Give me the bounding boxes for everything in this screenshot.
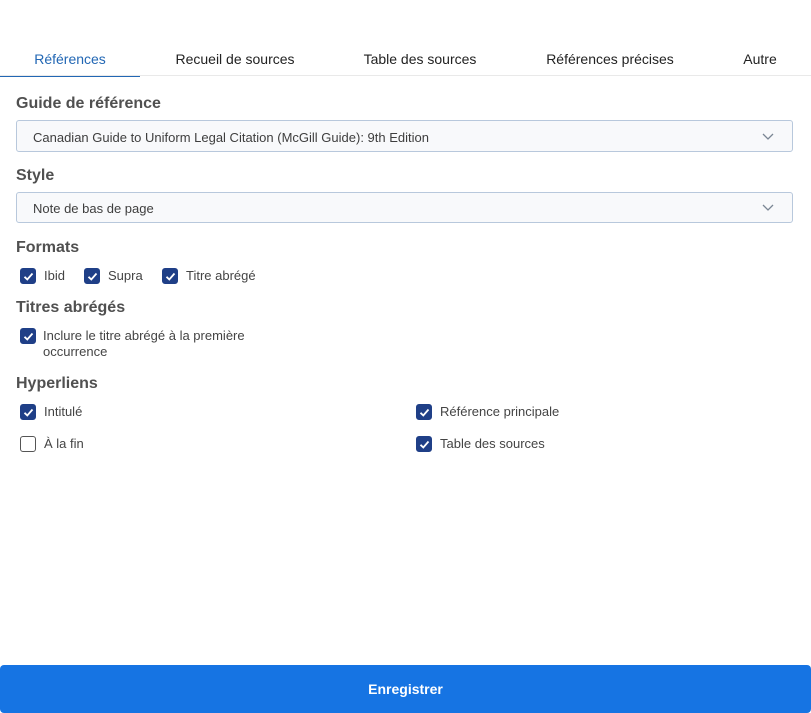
include-short-title-checkbox[interactable] [20, 328, 36, 344]
tab-references-precises[interactable]: Références précises [520, 40, 700, 75]
table-des-sources-checkbox[interactable] [416, 436, 432, 452]
intitule-label[interactable]: Intitulé [44, 404, 82, 420]
a-la-fin-checkbox[interactable] [20, 436, 36, 452]
checkmark-icon [87, 272, 98, 281]
tab-recueil-de-sources[interactable]: Recueil de sources [150, 40, 320, 75]
tab-autre[interactable]: Autre [720, 40, 800, 75]
guide-section-title: Guide de référence [16, 95, 161, 112]
checkmark-icon [165, 272, 176, 281]
save-button[interactable]: Enregistrer [0, 665, 811, 713]
tab-bar: Références Recueil de sources Table des … [0, 40, 811, 77]
intitule-checkbox[interactable] [20, 404, 36, 420]
tab-divider [0, 75, 811, 76]
short-titles-section-title: Titres abrégés [16, 299, 126, 316]
supra-checkbox[interactable] [84, 268, 100, 284]
checkmark-icon [419, 440, 430, 449]
reference-principale-checkbox[interactable] [416, 404, 432, 420]
style-select-value: Note de bas de page [33, 201, 154, 216]
style-select[interactable]: Note de bas de page [16, 192, 793, 223]
style-section-title: Style [16, 167, 55, 184]
a-la-fin-label[interactable]: À la fin [44, 436, 84, 452]
titre-abrege-checkbox[interactable] [162, 268, 178, 284]
checkmark-icon [23, 332, 34, 341]
tab-table-des-sources[interactable]: Table des sources [340, 40, 500, 75]
tab-references[interactable]: Références [0, 40, 140, 77]
include-short-title-label[interactable]: Inclure le titre abrégé à la première oc… [43, 328, 245, 360]
checkmark-icon [23, 408, 34, 417]
table-des-sources-label[interactable]: Table des sources [440, 436, 545, 452]
guide-select[interactable]: Canadian Guide to Uniform Legal Citation… [16, 120, 793, 152]
include-short-title-label-line1: Inclure le titre abrégé à la première [43, 328, 245, 343]
checkmark-icon [23, 272, 34, 281]
chevron-down-icon [762, 204, 774, 211]
guide-select-value: Canadian Guide to Uniform Legal Citation… [33, 130, 429, 145]
reference-principale-label[interactable]: Référence principale [440, 404, 559, 420]
checkmark-icon [419, 408, 430, 417]
formats-section-title: Formats [16, 239, 80, 256]
ibid-checkbox[interactable] [20, 268, 36, 284]
ibid-label[interactable]: Ibid [44, 268, 65, 284]
include-short-title-label-line2: occurrence [43, 344, 108, 359]
titre-abrege-label[interactable]: Titre abrégé [186, 268, 256, 284]
chevron-down-icon [762, 133, 774, 140]
supra-label[interactable]: Supra [108, 268, 143, 284]
hyperlinks-section-title: Hyperliens [16, 375, 98, 392]
